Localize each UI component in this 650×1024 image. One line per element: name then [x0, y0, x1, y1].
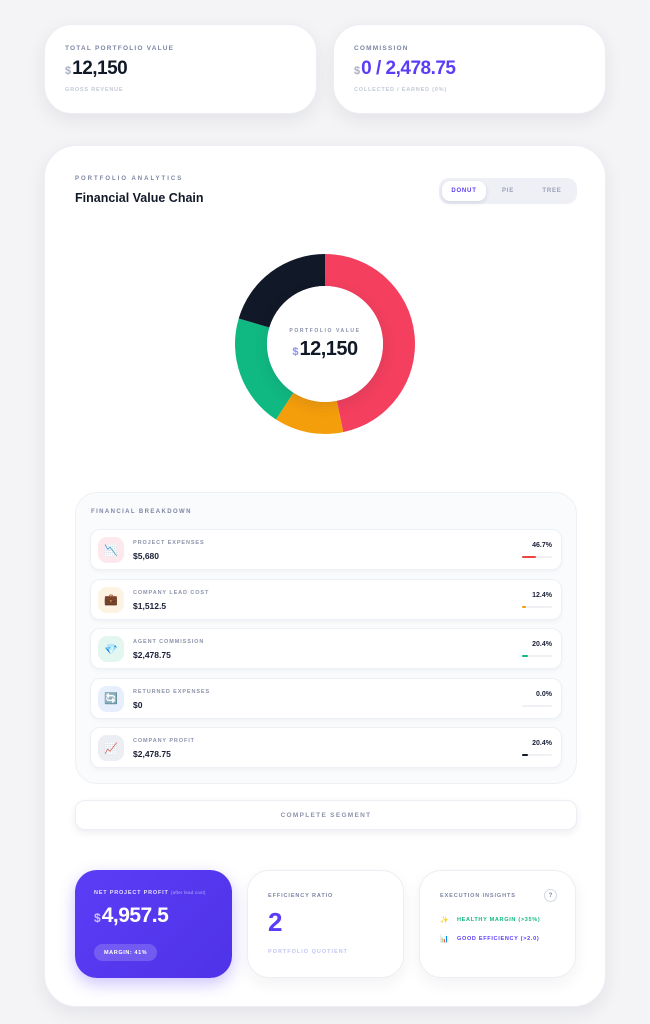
efficiency-value: 2	[268, 907, 283, 937]
complete-segment-button[interactable]: COMPLETE SEGMENT	[75, 800, 577, 830]
total-portfolio-sub: GROSS REVENUE	[65, 87, 124, 93]
breakdown-progress-track	[522, 556, 552, 558]
net-profit-value: 4,957.5	[101, 904, 169, 927]
breakdown-percent: 0.0%	[536, 690, 552, 698]
donut-center-value: 12,150	[299, 337, 358, 360]
currency-symbol: $	[65, 65, 72, 77]
efficiency-title: EFFICIENCY RATIO	[268, 893, 334, 899]
commission-card: COMMISSION $ 0 / 2,478.75 COLLECTED / EA…	[333, 24, 606, 114]
currency-symbol: $	[292, 345, 299, 358]
financial-breakdown: FINANCIAL BREAKDOWN 📉 PROJECT EXPENSES $5,…	[75, 492, 577, 784]
breakdown-progress-fill	[522, 556, 536, 558]
net-profit-title-text: NET PROJECT PROFIT	[94, 890, 169, 896]
commission-kicker: COMMISSION	[354, 45, 409, 52]
tab-pie[interactable]: PIE	[486, 181, 530, 201]
currency-symbol: $	[354, 65, 361, 77]
breakdown-percent: 20.4%	[532, 740, 552, 747]
gem-icon: 💎	[98, 636, 124, 662]
donut-center-kicker: PORTFOLIO VALUE	[289, 327, 361, 334]
donut-chart: PORTFOLIO VALUE $ 12,150	[233, 252, 417, 436]
breakdown-progress-fill	[522, 655, 529, 657]
tab-donut[interactable]: DONUT	[442, 181, 486, 201]
breakdown-amount: $2,478.75	[133, 650, 171, 660]
breakdown-percent: 46.7%	[532, 542, 552, 549]
breakdown-label: AGENT COMMISSION	[133, 639, 205, 645]
refresh-icon: 🔄	[98, 685, 124, 712]
chart-icon: 📊	[440, 936, 449, 943]
tab-tree[interactable]: TREE	[530, 181, 574, 201]
breakdown-row[interactable]: 🔄 RETURNED EXPENSES $0 0.0%	[90, 677, 562, 719]
insight-item: ✨ HEALTHY MARGIN (>35%)	[440, 916, 540, 924]
breakdown-progress-track	[522, 704, 552, 707]
analytics-kicker: PORTFOLIO ANALYTICS	[75, 176, 184, 182]
breakdown-title: FINANCIAL BREAKDOWN	[91, 509, 192, 515]
chart-type-toggle: DONUT PIE TREE	[439, 178, 577, 204]
breakdown-label: RETURNED EXPENSES	[133, 688, 211, 695]
insights-card: EXECUTION INSIGHTS ? ✨ HEALTHY MARGIN (>…	[419, 870, 576, 978]
breakdown-row[interactable]: 💎 AGENT COMMISSION $2,478.75 20.4%	[90, 628, 562, 669]
commission-sub: COLLECTED / EARNED (0%)	[354, 87, 447, 93]
breakdown-row[interactable]: 📈 COMPANY PROFIT $2,478.75 20.4%	[90, 727, 562, 768]
breakdown-percent: 12.4%	[532, 591, 552, 599]
breakdown-label: PROJECT EXPENSES	[133, 540, 205, 546]
total-portfolio-value: 12,150	[72, 58, 128, 79]
briefcase-icon: 💼	[98, 586, 124, 613]
breakdown-progress-fill	[522, 754, 529, 756]
commission-value: 0 / 2,478.75	[361, 58, 456, 79]
efficiency-card: EFFICIENCY RATIO 2 PORTFOLIO QUOTIENT	[247, 870, 404, 978]
breakdown-amount: $1,512.5	[133, 600, 167, 611]
sparkles-icon: ✨	[440, 917, 449, 924]
breakdown-label: COMPANY PROFIT	[133, 738, 195, 744]
net-profit-title: NET PROJECT PROFIT (after lead cost)	[94, 890, 206, 896]
page-title: Financial Value Chain	[75, 191, 204, 205]
chart-down-icon: 📉	[98, 537, 124, 563]
net-profit-card: NET PROJECT PROFIT (after lead cost) $ 4…	[75, 870, 232, 978]
breakdown-amount: $0	[133, 699, 143, 710]
insights-title: EXECUTION INSIGHTS	[440, 893, 516, 899]
help-icon[interactable]: ?	[544, 889, 557, 902]
efficiency-sub: PORTFOLIO QUOTIENT	[268, 949, 349, 955]
insight-item: 📊 GOOD EFFICIENCY (>2.0)	[440, 935, 539, 943]
breakdown-row[interactable]: 📉 PROJECT EXPENSES $5,680 46.7%	[90, 529, 562, 570]
breakdown-progress-fill	[522, 605, 526, 608]
donut-center: PORTFOLIO VALUE $ 12,150	[267, 286, 383, 402]
margin-badge: MARGIN: 41%	[94, 944, 158, 961]
insight-text: HEALTHY MARGIN (>35%)	[457, 917, 541, 923]
breakdown-progress-track	[522, 655, 552, 657]
breakdown-percent: 20.4%	[532, 641, 552, 648]
total-portfolio-kicker: TOTAL PORTFOLIO VALUE	[65, 45, 175, 52]
chart-up-icon: 📈	[98, 735, 124, 761]
breakdown-label: COMPANY LEAD COST	[133, 589, 210, 596]
insight-text: GOOD EFFICIENCY (>2.0)	[457, 936, 540, 942]
net-profit-title-note: (after lead cost)	[170, 890, 206, 895]
portfolio-analytics-card: PORTFOLIO ANALYTICS Financial Value Chai…	[44, 145, 606, 1007]
currency-symbol: $	[94, 911, 101, 925]
total-portfolio-card: TOTAL PORTFOLIO VALUE $ 12,150 GROSS REV…	[44, 24, 317, 114]
breakdown-progress-track	[522, 605, 552, 608]
breakdown-row[interactable]: 💼 COMPANY LEAD COST $1,512.5 12.4%	[90, 578, 562, 620]
breakdown-progress-track	[522, 754, 552, 756]
breakdown-amount: $5,680	[133, 551, 159, 561]
breakdown-amount: $2,478.75	[133, 749, 171, 759]
